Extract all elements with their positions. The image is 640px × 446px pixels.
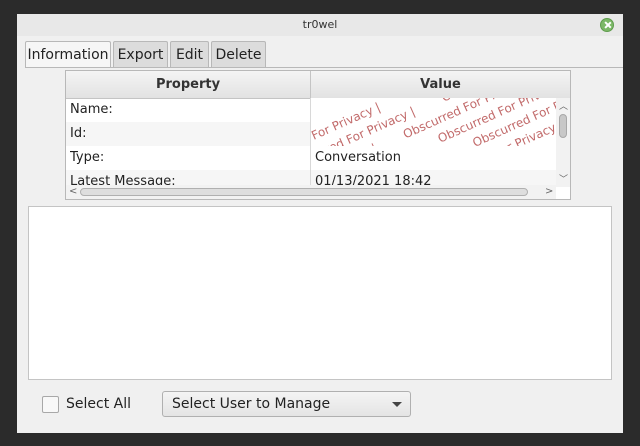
tab-delete[interactable]: Delete [211,41,266,67]
table-header: Property Value [66,71,570,99]
vertical-scroll-thumb[interactable] [559,114,567,138]
user-select-value: Select User to Manage [172,396,331,412]
user-select-dropdown[interactable]: Select User to Manage [162,391,411,417]
scroll-right-icon[interactable]: > [545,185,553,199]
close-icon[interactable] [600,18,614,32]
property-type-value: Conversation [315,150,401,165]
select-all-checkbox[interactable] [42,396,59,413]
column-header-value[interactable]: Value [311,71,570,98]
main-window: tr0wel Information Export Edit Delete Pr… [17,14,623,433]
tab-edit[interactable]: Edit [170,41,209,67]
properties-table: Property Value Name: Id: Type: Conversat… [65,70,571,200]
scroll-down-icon[interactable]: ﹀ [559,172,568,185]
property-id-label: Id: [70,126,87,141]
chevron-down-icon [392,402,402,407]
property-name-label: Name: [70,102,113,117]
horizontal-scrollbar[interactable]: < > [66,185,556,199]
property-type-label: Type: [70,150,105,165]
table-row[interactable]: Type: Conversation [66,146,556,170]
horizontal-scroll-thumb[interactable] [80,188,528,196]
privacy-redaction-overlay: Obscurred For Privacy | Obscurred For Pr… [311,98,556,146]
column-header-property[interactable]: Property [66,71,311,98]
tab-export[interactable]: Export [113,41,168,67]
select-all-label[interactable]: Select All [66,396,131,413]
window-title: tr0wel [302,18,338,31]
scroll-up-icon[interactable]: ︿ [559,99,568,112]
vertical-scrollbar[interactable]: ︿ ﹀ [556,98,570,187]
details-text-area[interactable] [28,206,612,380]
scroll-left-icon[interactable]: < [69,185,77,199]
title-bar: tr0wel [17,14,623,36]
tab-divider [25,67,623,68]
tab-information[interactable]: Information [25,41,111,68]
